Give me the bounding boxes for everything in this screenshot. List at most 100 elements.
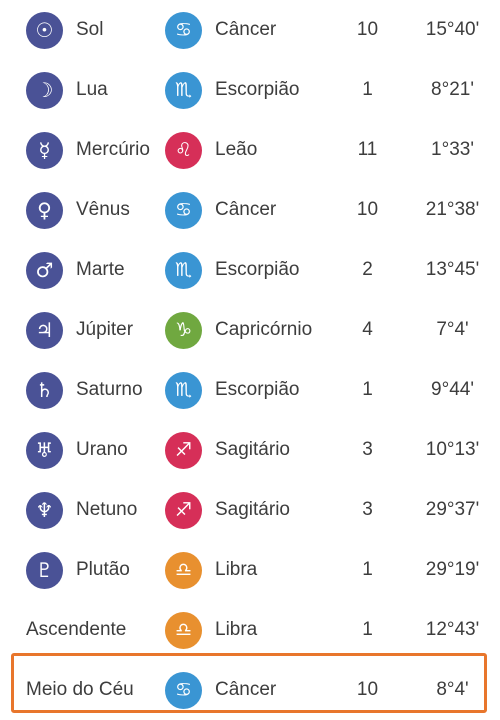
sign-cell: ♏ Escorpião — [165, 71, 330, 109]
saturn-icon: ♄ — [26, 371, 63, 409]
degree-value: 15°40' — [425, 19, 480, 40]
sign-cell: ♎ Libra — [165, 551, 330, 589]
house-number: 1 — [362, 619, 373, 640]
house-number: 10 — [356, 199, 379, 220]
mercury-icon: ☿ — [26, 131, 63, 169]
leo-icon: ♌ — [165, 131, 202, 169]
planet-cell: Ascendente — [0, 612, 165, 649]
sign-cell: ♐ Sagitário — [165, 491, 330, 529]
planet-name: Saturno — [76, 379, 143, 400]
sign-name: Libra — [215, 559, 258, 580]
table-row[interactable]: Meio do Céu ♋ Câncer 10 8°4' — [0, 660, 500, 720]
planet-name: Netuno — [76, 499, 138, 520]
sign-cell: ♋ Câncer — [165, 671, 330, 709]
sign-cell: ♌ Leão — [165, 131, 330, 169]
sign-name: Escorpião — [215, 259, 300, 280]
house-number: 4 — [362, 319, 373, 340]
degree-value: 10°13' — [425, 439, 480, 460]
table-body: ☉ Sol ♋ Câncer 10 15°40' ☽ Lua ♏ Escorpião 1 8°21' ☿… — [0, 0, 500, 720]
sign-cell: ♏ Escorpião — [165, 371, 330, 409]
degree-value: 1°33' — [431, 139, 474, 160]
table-row[interactable]: ☿ Mercúrio ♌ Leão 11 1°33' — [0, 120, 500, 180]
planet-cell: ☽ Lua — [0, 71, 165, 109]
planet-name: Lua — [76, 79, 108, 100]
sign-name: Câncer — [215, 19, 277, 40]
sign-cell: ♋ Câncer — [165, 11, 330, 49]
table-row[interactable]: ♀ Vênus ♋ Câncer 10 21°38' — [0, 180, 500, 240]
sign-name: Sagitário — [215, 499, 290, 520]
planet-cell: ♃ Júpiter — [0, 311, 165, 349]
table-row[interactable]: ☉ Sol ♋ Câncer 10 15°40' — [0, 0, 500, 60]
pluto-icon: ♇ — [26, 551, 63, 589]
table-row[interactable]: ♄ Saturno ♏ Escorpião 1 9°44' — [0, 360, 500, 420]
scorpio-icon: ♏ — [165, 71, 202, 109]
planet-name: Meio do Céu — [26, 679, 134, 700]
cancer-icon: ♋ — [165, 671, 202, 709]
table-row[interactable]: ♅ Urano ♐ Sagitário 3 10°13' — [0, 420, 500, 480]
scorpio-icon: ♏ — [165, 371, 202, 409]
sign-cell: ♏ Escorpião — [165, 251, 330, 289]
degree-value: 9°44' — [431, 379, 474, 400]
table-row[interactable]: ♇ Plutão ♎ Libra 1 29°19' — [0, 540, 500, 600]
house-number: 10 — [356, 679, 379, 700]
planet-name: Urano — [76, 439, 128, 460]
house-number: 11 — [357, 139, 378, 160]
table-row[interactable]: Ascendente ♎ Libra 1 12°43' — [0, 600, 500, 660]
scorpio-icon: ♏ — [165, 251, 202, 289]
planet-name: Plutão — [76, 559, 130, 580]
planet-cell: ♅ Urano — [0, 431, 165, 469]
neptune-icon: ♆ — [26, 491, 63, 529]
uranus-icon: ♅ — [26, 431, 63, 469]
sign-name: Capricórnio — [215, 319, 313, 340]
natal-chart-positions-table: ☉ Sol ♋ Câncer 10 15°40' ☽ Lua ♏ Escorpião 1 8°21' ☿… — [0, 0, 500, 713]
degree-value: 29°19' — [425, 559, 480, 580]
degree-value: 21°38' — [425, 199, 480, 220]
sign-name: Libra — [215, 619, 258, 640]
planet-name: Ascendente — [26, 619, 127, 640]
sagittarius-icon: ♐ — [165, 491, 202, 529]
house-number: 2 — [362, 259, 373, 280]
jupiter-icon: ♃ — [26, 311, 63, 349]
sign-name: Câncer — [215, 199, 277, 220]
venus-icon: ♀ — [26, 191, 63, 229]
sign-name: Escorpião — [215, 379, 300, 400]
cancer-icon: ♋ — [165, 11, 202, 49]
mars-icon: ♂ — [26, 251, 63, 289]
sign-name: Câncer — [215, 679, 277, 700]
sun-icon: ☉ — [26, 11, 63, 49]
table-row[interactable]: ♆ Netuno ♐ Sagitário 3 29°37' — [0, 480, 500, 540]
planet-name: Vênus — [76, 199, 130, 220]
house-number: 10 — [356, 19, 379, 40]
planet-cell: ♇ Plutão — [0, 551, 165, 589]
planet-cell: ☉ Sol — [0, 11, 165, 49]
house-number: 1 — [362, 559, 373, 580]
house-number: 3 — [362, 439, 373, 460]
sign-name: Leão — [215, 139, 258, 160]
planet-name: Sol — [76, 19, 104, 40]
sagittarius-icon: ♐ — [165, 431, 202, 469]
degree-value: 7°4' — [436, 319, 469, 340]
table-row[interactable]: ☽ Lua ♏ Escorpião 1 8°21' — [0, 60, 500, 120]
degree-value: 29°37' — [425, 499, 480, 520]
planet-cell: ♂ Marte — [0, 251, 165, 289]
table-row[interactable]: ♃ Júpiter ♑ Capricórnio 4 7°4' — [0, 300, 500, 360]
house-number: 1 — [362, 79, 373, 100]
planet-name: Mercúrio — [76, 139, 150, 160]
cancer-icon: ♋ — [165, 191, 202, 229]
capricorn-icon: ♑ — [165, 311, 202, 349]
house-number: 1 — [362, 379, 373, 400]
table-row[interactable]: ♂ Marte ♏ Escorpião 2 13°45' — [0, 240, 500, 300]
sign-name: Sagitário — [215, 439, 290, 460]
degree-value: 8°21' — [431, 79, 474, 100]
house-number: 3 — [362, 499, 373, 520]
degree-value: 13°45' — [425, 259, 480, 280]
degree-value: 12°43' — [425, 619, 480, 640]
libra-icon: ♎ — [165, 611, 202, 649]
planet-cell: ♆ Netuno — [0, 491, 165, 529]
sign-cell: ♎ Libra — [165, 611, 330, 649]
degree-value: 8°4' — [436, 679, 469, 700]
planet-cell: ♀ Vênus — [0, 191, 165, 229]
planet-cell: ♄ Saturno — [0, 371, 165, 409]
sign-cell: ♑ Capricórnio — [165, 311, 330, 349]
planet-name: Júpiter — [76, 319, 134, 340]
